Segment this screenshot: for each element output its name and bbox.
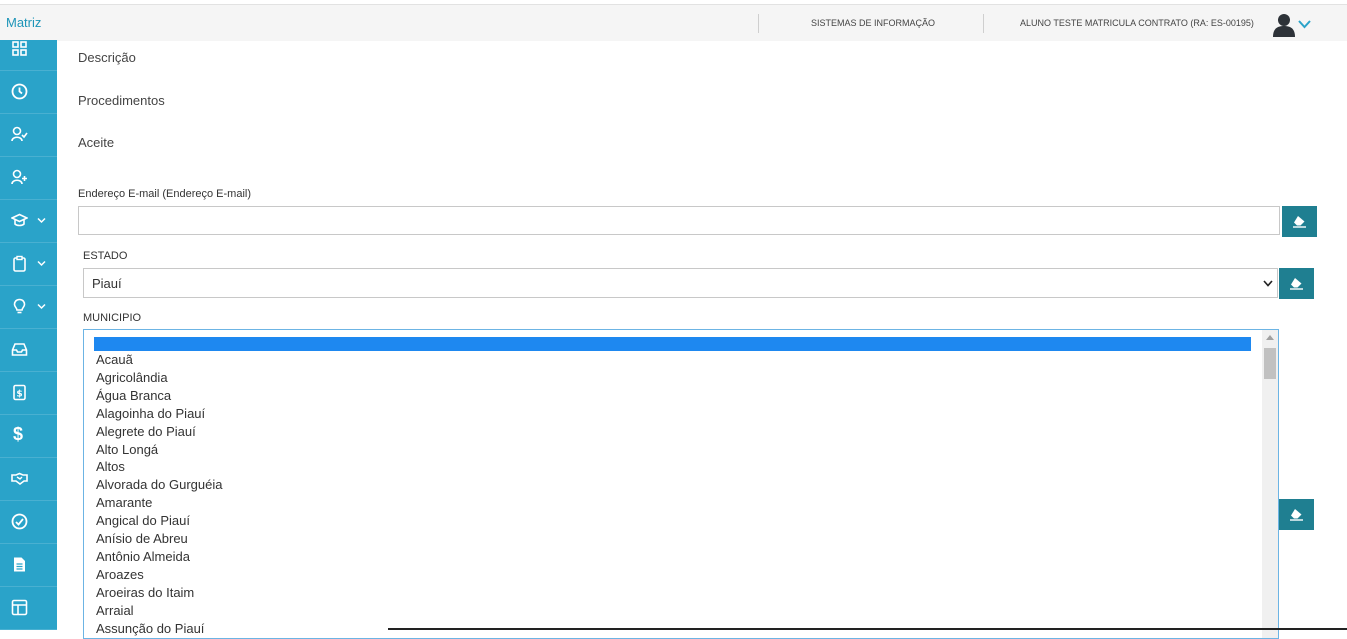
clipboard-icon	[13, 255, 26, 272]
municipio-option[interactable]: Altos	[96, 459, 125, 474]
sidebar-item-dashboard[interactable]	[0, 27, 57, 71]
municipio-option[interactable]: Acauã	[96, 352, 133, 367]
estado-label: ESTADO	[83, 250, 128, 262]
sidebar-item-agreements[interactable]	[0, 457, 57, 501]
sidebar-item-academic[interactable]	[0, 199, 57, 243]
header-divider	[758, 14, 759, 33]
scrollbar-thumb[interactable]	[1264, 348, 1276, 379]
municipio-option[interactable]: Aroeiras do Itaim	[96, 585, 194, 600]
clear-municipio-button[interactable]	[1279, 499, 1314, 530]
municipio-option[interactable]: Alto Longá	[96, 442, 158, 457]
header-divider	[983, 14, 984, 33]
eraser-icon	[1290, 278, 1303, 290]
chevron-down-icon	[37, 217, 46, 224]
municipio-option[interactable]: Água Branca	[96, 388, 171, 403]
sidebar-item-documents[interactable]	[0, 543, 57, 587]
sidebar-item-ideas[interactable]	[0, 285, 57, 329]
chevron-down-icon	[37, 260, 46, 267]
email-label: Endereço E-mail (Endereço E-mail)	[78, 188, 252, 200]
sidebar-item-invoice[interactable]: $	[0, 371, 57, 415]
eraser-icon	[1293, 216, 1306, 228]
municipio-option[interactable]: Angical do Piauí	[96, 513, 190, 528]
municipio-label: MUNICIPIO	[83, 312, 142, 324]
section-procedimentos[interactable]: Procedimentos	[78, 93, 165, 108]
user-add-icon	[11, 169, 27, 185]
invoice-dollar-icon: $	[13, 384, 26, 401]
system-label[interactable]: SISTEMAS DE INFORMAÇÃO	[811, 18, 935, 28]
user-check-icon	[11, 126, 28, 142]
municipio-option[interactable]: Alegrete do Piauí	[96, 424, 196, 439]
clock-icon	[11, 83, 28, 100]
sidebar-item-history[interactable]	[0, 70, 57, 114]
municipio-listbox[interactable]: Acauã Agricolândia Água Branca Alagoinha do…	[83, 329, 1279, 639]
sidebar-item-requests[interactable]	[0, 242, 57, 286]
layout-icon	[11, 599, 28, 616]
scrollbar[interactable]	[1262, 330, 1278, 638]
municipio-option[interactable]: Alvorada do Gurguéia	[96, 477, 222, 492]
sidebar-item-inbox[interactable]	[0, 328, 57, 372]
clear-estado-button[interactable]	[1279, 268, 1314, 299]
municipio-option[interactable]: Arraial	[96, 603, 134, 618]
section-descricao[interactable]: Descrição	[78, 50, 136, 65]
estado-select[interactable]: Piauí	[83, 268, 1278, 298]
chevron-down-icon	[1263, 280, 1273, 287]
sidebar-item-evaluations[interactable]	[0, 500, 57, 544]
inbox-icon	[11, 343, 28, 356]
document-icon	[14, 557, 25, 572]
sidebar-item-financial[interactable]: $	[0, 414, 57, 458]
municipio-option[interactable]: Anísio de Abreu	[96, 531, 188, 546]
sidebar-item-layout[interactable]	[0, 586, 57, 630]
lightbulb-icon	[13, 298, 26, 314]
clear-email-button[interactable]	[1282, 206, 1317, 237]
chevron-down-icon	[37, 303, 46, 310]
email-field[interactable]	[78, 206, 1280, 235]
scroll-up-arrow-icon[interactable]	[1266, 335, 1274, 340]
municipio-option[interactable]: Antônio Almeida	[96, 549, 190, 564]
svg-text:$: $	[16, 390, 22, 400]
sidebar-item-user-add[interactable]	[0, 156, 57, 200]
eraser-icon	[1290, 509, 1303, 521]
handshake-icon	[11, 472, 28, 485]
municipio-option[interactable]: Amarante	[96, 495, 152, 510]
sidebar: $ $	[0, 40, 57, 630]
municipio-option[interactable]: Agricolândia	[96, 370, 168, 385]
user-label[interactable]: ALUNO TESTE MATRICULA CONTRATO (RA: ES-0…	[1020, 18, 1254, 28]
municipio-option[interactable]: Assunção do Piauí	[96, 621, 204, 636]
graduation-cap-icon	[11, 213, 28, 227]
top-header: Matriz SISTEMAS DE INFORMAÇÃO ALUNO TEST…	[0, 4, 1347, 41]
chevron-down-icon[interactable]	[1298, 19, 1311, 29]
dollar-icon: $	[13, 424, 24, 444]
selected-empty-option[interactable]	[94, 337, 1251, 351]
check-circle-icon	[11, 513, 28, 530]
estado-selected-value: Piauí	[92, 276, 122, 291]
municipio-option[interactable]: Aroazes	[96, 567, 144, 582]
sidebar-item-user-check[interactable]	[0, 113, 57, 157]
user-avatar-icon[interactable]	[1273, 13, 1295, 37]
municipio-option[interactable]: Alagoinha do Piauí	[96, 406, 205, 421]
dashboard-icon	[12, 41, 27, 56]
section-aceite[interactable]: Aceite	[78, 135, 114, 150]
